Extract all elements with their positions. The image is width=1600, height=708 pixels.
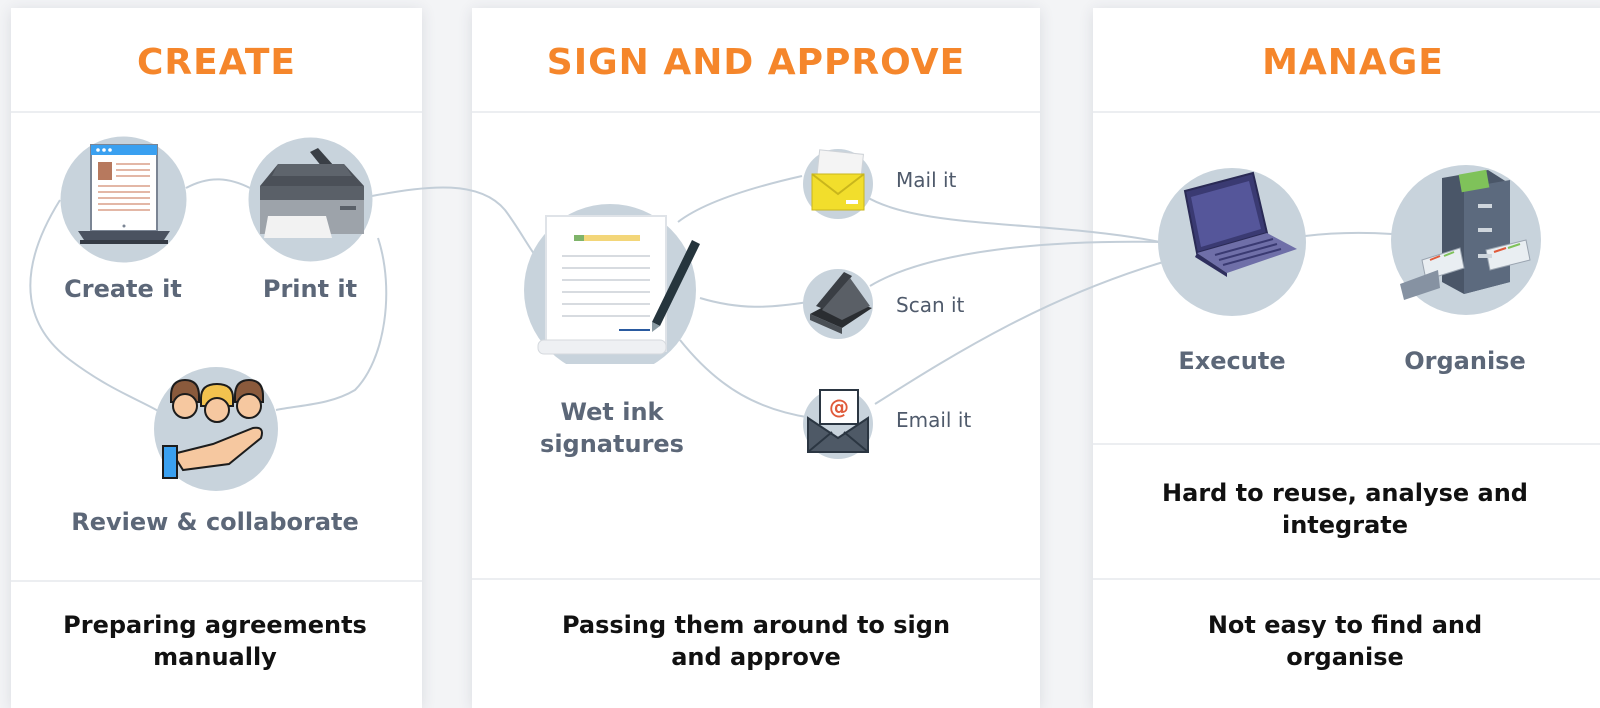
review-label: Review & collaborate [71,508,359,536]
scan-it-label: Scan it [896,293,965,317]
printer-icon [248,137,373,262]
scanner-icon [803,269,873,339]
mail-envelope-icon [803,149,873,219]
sign-divider-bottom [472,578,1040,580]
manage-description-organise: Not easy to find and organise [1207,611,1483,671]
mail-it-label: Mail it [896,168,957,192]
create-title: CREATE [137,42,296,83]
create-it-label: Create it [64,275,182,303]
sign-divider-top [472,111,1040,113]
signed-document-icon [524,204,700,364]
create-divider-bottom [11,580,422,582]
email-it-label: Email it [896,408,972,432]
create-description: Preparing agreements manually [63,611,367,671]
manage-description-reuse: Hard to reuse, analyse and integrate [1162,479,1528,539]
svg-text:@: @ [829,395,849,419]
manage-title: MANAGE [1262,42,1444,83]
laptop-document-icon [60,136,187,263]
sign-description: Passing them around to sign and approve [561,611,951,671]
sign-title: SIGN AND APPROVE [546,42,966,83]
wet-ink-label: Wet ink signatures [540,398,684,458]
execute-label: Execute [1178,347,1286,375]
print-it-label: Print it [262,275,358,303]
manage-divider-bottom [1093,578,1600,580]
manage-divider-middle [1093,443,1600,445]
create-divider-top [11,111,422,113]
team-hand-icon [154,367,278,491]
filing-cabinet-icon [1391,165,1541,315]
manage-divider-top [1093,111,1600,113]
organise-label: Organise [1404,347,1526,375]
email-envelope-icon: @ [803,389,873,459]
laptop-icon [1158,168,1306,316]
create-panel: CREATE [11,8,422,708]
